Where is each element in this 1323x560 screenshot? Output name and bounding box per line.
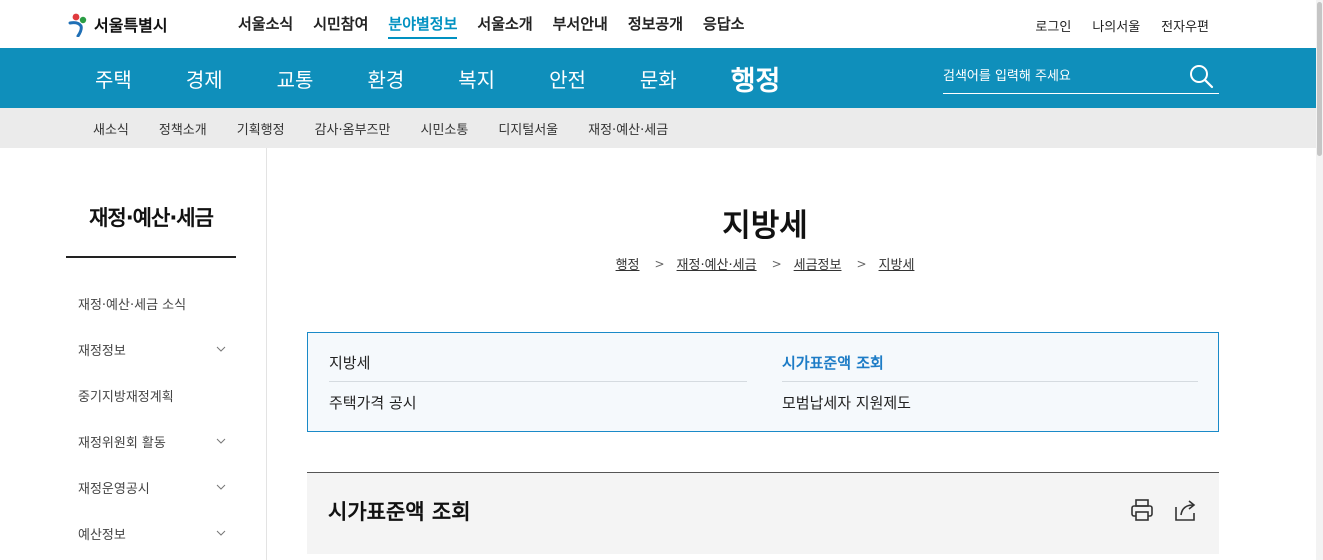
sidebar-item-label: 재정운영공시	[78, 481, 150, 497]
email-link[interactable]: 전자우편	[1161, 16, 1209, 35]
vertical-scrollbar[interactable]	[1316, 0, 1323, 560]
gnb-item-about-seoul[interactable]: 서울소개	[477, 13, 532, 39]
tab-divider	[782, 381, 1198, 382]
breadcrumb-item-local-tax[interactable]: 지방세	[879, 254, 915, 273]
section-title: 시가표준액 조회	[328, 500, 471, 524]
subnav-item-communication[interactable]: 시민소통	[420, 119, 468, 138]
chevron-down-icon	[216, 346, 226, 352]
tab-standard-price[interactable]: 시가표준액 조회	[782, 352, 884, 373]
gnb-item-news[interactable]: 서울소식	[238, 13, 293, 39]
sidebar-title: 재정·예산·세금	[89, 206, 214, 230]
search-icon[interactable]	[1187, 62, 1215, 90]
chevron-down-icon	[216, 438, 226, 444]
subnav-item-digital[interactable]: 디지털서울	[498, 119, 558, 138]
chevron-down-icon	[216, 484, 226, 490]
category-housing[interactable]: 주택	[95, 64, 132, 93]
tab-menu: 지방세 시가표준액 조회 주택가격 공시 모범납세자 지원제도	[307, 332, 1219, 432]
subnav-item-finance[interactable]: 재정·예산·세금	[588, 119, 668, 138]
seoul-logo[interactable]: 서울특별시	[66, 11, 168, 37]
category-welfare[interactable]: 복지	[458, 64, 495, 93]
category-economy[interactable]: 경제	[186, 64, 223, 93]
sidebar-item-finance-info[interactable]: 재정정보	[78, 326, 226, 372]
sub-nav: 새소식 정책소개 기획행정 감사·옴부즈만 시민소통 디지털서울 재정·예산·세…	[0, 108, 1316, 148]
breadcrumb-chevron-icon: >	[771, 256, 782, 271]
sidebar-menu: 재정·예산·세금 소식 재정정보 중기지방재정계획 재정위원회 활동 재정운영공…	[78, 280, 226, 556]
sidebar-item-disclosure[interactable]: 재정운영공시	[78, 464, 226, 510]
breadcrumb: 행정 > 재정·예산·세금 > 세금정보 > 지방세	[267, 254, 1263, 274]
content-section: 시가표준액 조회	[307, 472, 1219, 554]
tab-housing-price[interactable]: 주택가격 공시	[329, 392, 417, 413]
category-bar: 주택 경제 교통 환경 복지 안전 문화 행정	[0, 48, 1316, 108]
utility-links: 로그인 나의서울 전자우편	[1014, 16, 1209, 35]
page-title: 지방세	[722, 208, 808, 244]
gnb-item-open-info[interactable]: 정보공개	[628, 13, 683, 39]
gnb-item-response[interactable]: 응답소	[703, 13, 744, 39]
chevron-down-icon	[216, 530, 226, 536]
tab-model-taxpayer[interactable]: 모범납세자 지원제도	[782, 392, 911, 413]
my-seoul-link[interactable]: 나의서울	[1092, 16, 1140, 35]
global-nav: 서울소식 시민참여 분야별정보 서울소개 부서안내 정보공개 응답소	[238, 13, 764, 39]
gnb-item-departments[interactable]: 부서안내	[553, 13, 608, 39]
category-administration[interactable]: 행정	[731, 59, 781, 98]
sidebar-item-label: 예산정보	[78, 527, 126, 543]
search-input[interactable]	[943, 62, 1183, 90]
top-header: 서울특별시 서울소식 시민참여 분야별정보 서울소개 부서안내 정보공개 응답소…	[0, 0, 1316, 48]
sidebar-item-label: 재정위원회 활동	[78, 435, 166, 451]
subnav-item-planning[interactable]: 기획행정	[237, 119, 285, 138]
seoul-logo-icon	[68, 13, 87, 37]
search-box	[943, 62, 1219, 94]
sub-nav-list: 새소식 정책소개 기획행정 감사·옴부즈만 시민소통 디지털서울 재정·예산·세…	[93, 108, 698, 148]
login-link[interactable]: 로그인	[1035, 16, 1071, 35]
sidebar-item-committee[interactable]: 재정위원회 활동	[78, 418, 226, 464]
category-environment[interactable]: 환경	[367, 64, 404, 93]
sidebar-item-finance-news[interactable]: 재정·예산·세금 소식	[78, 280, 226, 326]
breadcrumb-chevron-icon: >	[856, 256, 867, 271]
gnb-item-participation[interactable]: 시민참여	[313, 13, 368, 39]
tab-local-tax[interactable]: 지방세	[329, 352, 370, 373]
sidebar-item-midterm-plan[interactable]: 중기지방재정계획	[78, 372, 226, 418]
category-transport[interactable]: 교통	[277, 64, 314, 93]
main-content: 지방세 행정 > 재정·예산·세금 > 세금정보 > 지방세 지방세 시가표준액…	[267, 148, 1316, 560]
subnav-item-news[interactable]: 새소식	[93, 119, 129, 138]
sidebar-item-label: 중기지방재정계획	[78, 389, 174, 405]
sidebar-item-label: 재정정보	[78, 343, 126, 359]
breadcrumb-chevron-icon: >	[654, 256, 665, 271]
breadcrumb-item-administration[interactable]: 행정	[616, 254, 640, 273]
subnav-item-audit[interactable]: 감사·옴부즈만	[315, 119, 391, 138]
tab-divider	[329, 381, 747, 382]
gnb-item-field-info[interactable]: 분야별정보	[388, 13, 458, 39]
share-icon[interactable]	[1173, 497, 1199, 523]
sidebar-item-budget[interactable]: 예산정보	[78, 510, 226, 556]
sidebar-title-divider	[66, 256, 236, 258]
sidebar-item-label: 재정·예산·세금 소식	[78, 297, 187, 313]
category-culture[interactable]: 문화	[640, 64, 677, 93]
scrollbar-thumb[interactable]	[1317, 2, 1322, 156]
category-safety[interactable]: 안전	[549, 64, 586, 93]
subnav-item-policy[interactable]: 정책소개	[159, 119, 207, 138]
print-icon[interactable]	[1129, 497, 1155, 523]
sidebar: 재정·예산·세금 재정·예산·세금 소식 재정정보 중기지방재정계획 재정위원회…	[0, 148, 267, 560]
breadcrumb-item-tax-info[interactable]: 세금정보	[794, 254, 842, 273]
category-list: 주택 경제 교통 환경 복지 안전 문화 행정	[95, 48, 780, 108]
logo-text: 서울특별시	[94, 16, 168, 35]
breadcrumb-item-finance[interactable]: 재정·예산·세금	[677, 254, 757, 273]
